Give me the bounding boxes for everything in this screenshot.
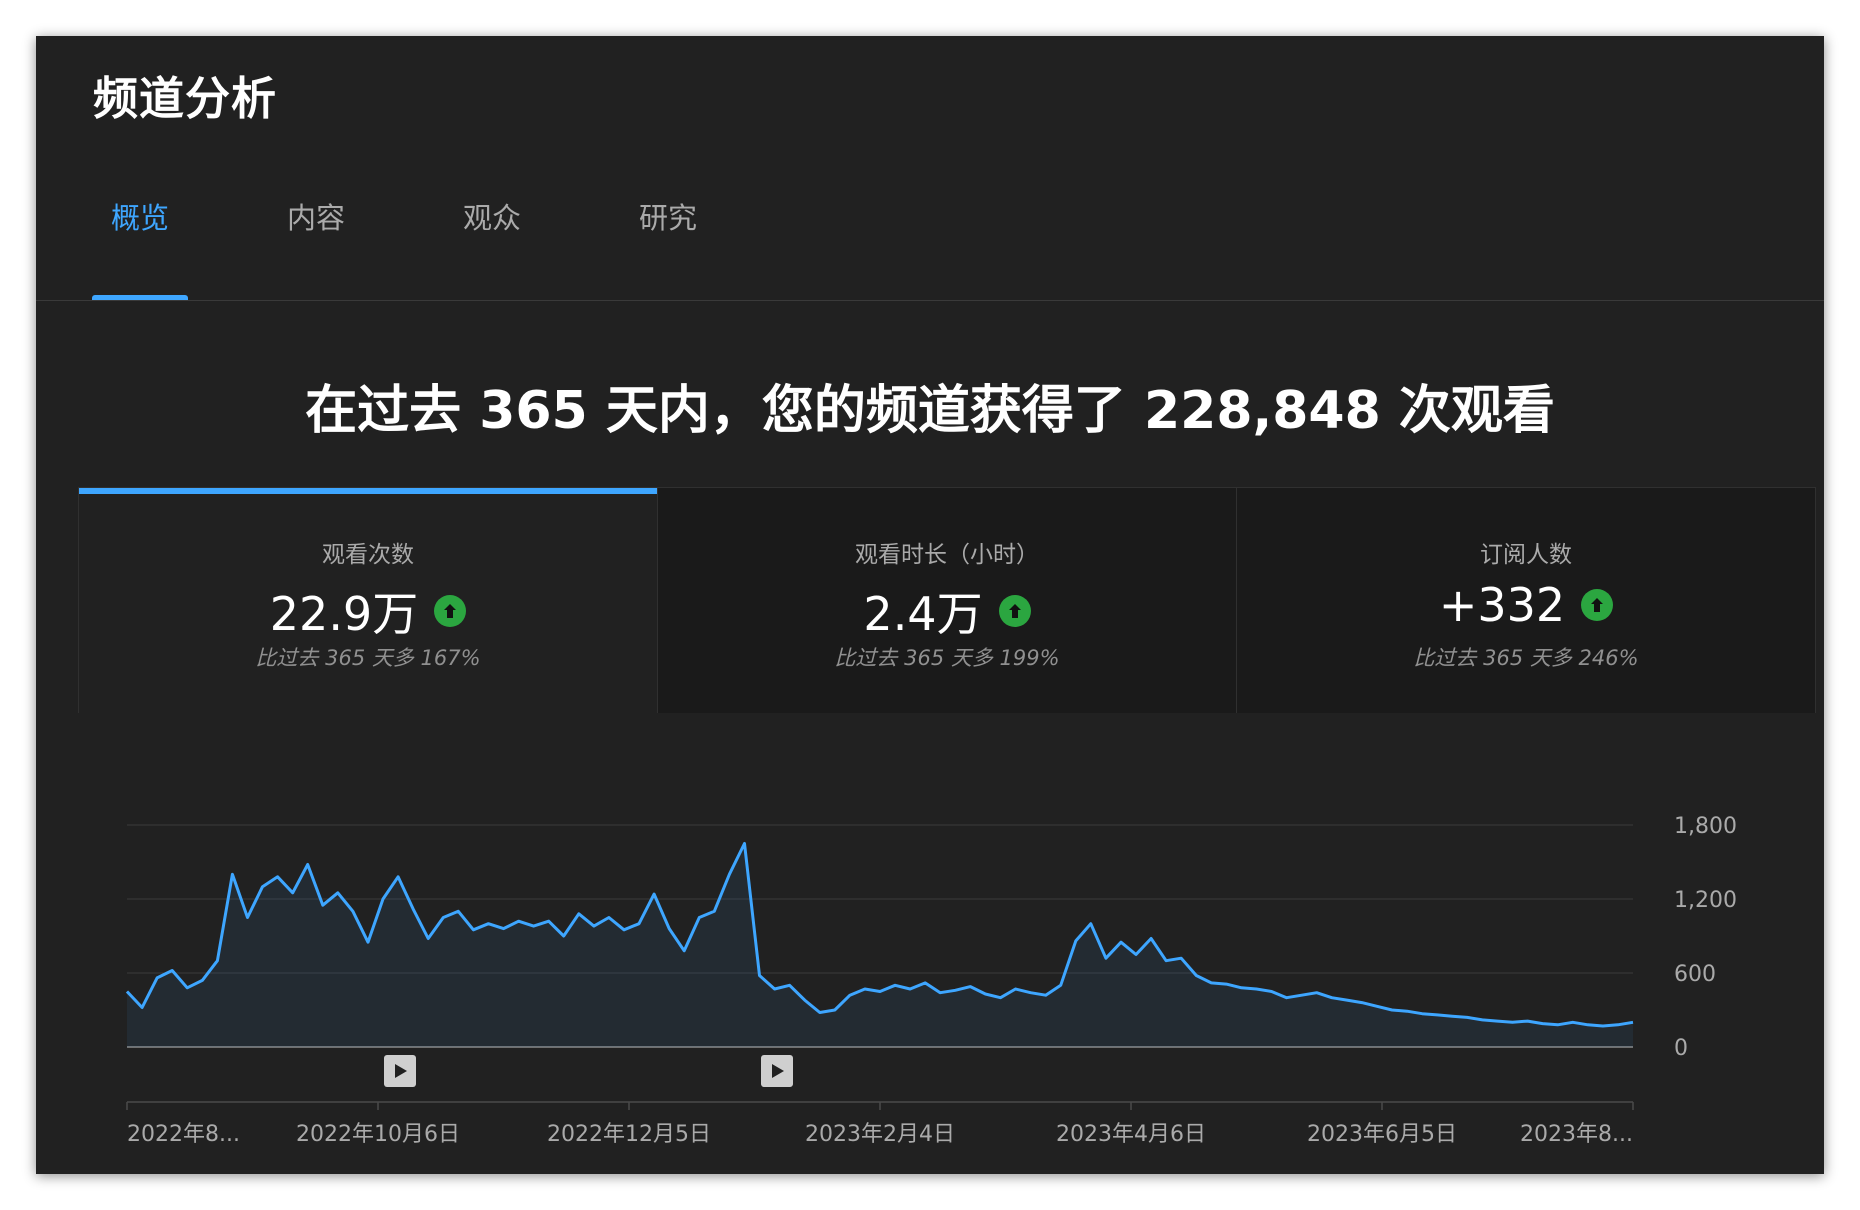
- video-play-icon[interactable]: [760, 1055, 793, 1087]
- video-play-icon[interactable]: [384, 1055, 416, 1087]
- x-tick-label: 2023年4月6日: [1056, 1122, 1206, 1147]
- tabs-divider: [36, 300, 1824, 301]
- x-tick-label: 2022年12月5日: [547, 1122, 711, 1147]
- x-tick-label: 2023年2月4日: [805, 1122, 955, 1147]
- x-tick-label: 2023年6月5日: [1307, 1122, 1457, 1147]
- arrow-up-icon: [434, 595, 467, 627]
- metric-card-watch-time[interactable]: 观看时长（小时） 2.4万 比过去 365 天多 199%: [658, 488, 1237, 713]
- x-tick-label: 2022年8...: [127, 1122, 240, 1147]
- tab-label: 观众: [462, 201, 521, 235]
- analytics-window: 频道分析 概览 内容 观众 研究 在过去 365 天内，您的频道获得了 228,…: [36, 36, 1824, 1174]
- series-line: [125, 842, 1634, 1028]
- arrow-up-icon: [998, 595, 1031, 627]
- metric-comparison: 比过去 365 天多 167%: [255, 646, 481, 670]
- tab-overview[interactable]: 概览: [92, 186, 188, 300]
- metric-card-views[interactable]: 观看次数 22.9万 比过去 365 天多 167%: [79, 488, 658, 713]
- series-area: [127, 843, 1633, 1047]
- x-tick-label: 2023年8...: [1520, 1122, 1633, 1147]
- arrow-up-icon: [1581, 589, 1614, 621]
- metric-label: 订阅人数: [1480, 542, 1572, 568]
- metric-card-subscribers[interactable]: 订阅人数 +332 比过去 365 天多 246%: [1237, 488, 1815, 713]
- metric-label: 观看时长（小时）: [855, 542, 1039, 568]
- headline: 在过去 365 天内，您的频道获得了 228,848 次观看: [305, 381, 1555, 441]
- active-card-indicator: [79, 488, 657, 494]
- y-tick-label: 0: [1674, 1036, 1688, 1061]
- y-tick-label: 1,200: [1674, 888, 1737, 913]
- metric-cards: 观看次数 22.9万 比过去 365 天多 167% 观看时长（小时） 2.4万…: [78, 487, 1816, 713]
- y-tick-label: 1,800: [1674, 814, 1737, 839]
- tab-audience[interactable]: 观众: [444, 186, 540, 300]
- y-tick-label: 600: [1674, 962, 1716, 987]
- tab-research[interactable]: 研究: [620, 186, 716, 300]
- tab-label: 研究: [638, 201, 697, 235]
- x-tick-label: 2022年10月6日: [296, 1122, 460, 1147]
- metric-value: 2.4万: [863, 587, 983, 641]
- metric-comparison: 比过去 365 天多 199%: [834, 646, 1060, 670]
- page-title: 频道分析: [93, 72, 278, 125]
- tab-label: 概览: [110, 201, 169, 235]
- tab-content[interactable]: 内容: [268, 186, 364, 300]
- metric-label: 观看次数: [322, 542, 414, 568]
- metric-comparison: 比过去 365 天多 246%: [1413, 646, 1639, 670]
- metric-value: 22.9万: [269, 587, 419, 641]
- tab-label: 内容: [286, 201, 345, 235]
- metric-value: +332: [1438, 578, 1566, 632]
